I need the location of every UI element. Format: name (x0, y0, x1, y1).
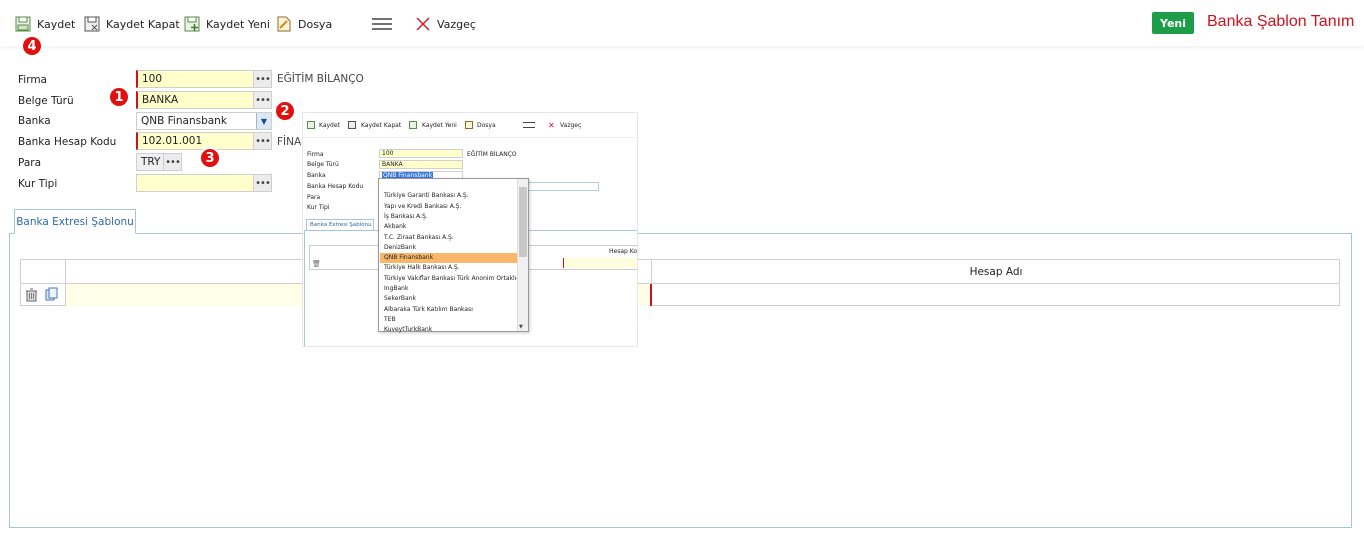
inset-cancel-label: Vazgeç (560, 122, 582, 129)
hesap-label: Banka Hesap Kodu (18, 136, 117, 148)
inset-close-icon: ✕ (548, 121, 555, 130)
cancel-button[interactable]: Vazgeç (414, 14, 476, 34)
page-title: Banka Şablon Tanım (1207, 13, 1355, 30)
dropdown-option[interactable]: KuveytTurkBank (380, 325, 517, 335)
banka-select[interactable]: QNB Finansbank ▼ (136, 112, 272, 130)
dropdown-option[interactable]: IngBank (380, 284, 517, 294)
dropdown-option[interactable]: Akbank (380, 222, 517, 232)
step-badge-2: 2 (274, 100, 296, 122)
save-button[interactable]: Kaydet (14, 14, 75, 34)
inset-grid-cell (563, 258, 637, 268)
save-icon (14, 15, 32, 33)
para-label: Para (18, 157, 42, 169)
step-badge-1: 1 (108, 86, 130, 108)
inset-label-hesap: Banka Hesap Kodu (307, 183, 364, 190)
grid-header-hesap-adi[interactable]: Hesap Adı (652, 260, 1340, 284)
para-field[interactable]: TRY ••• (136, 153, 182, 171)
inset-save-icon (307, 121, 315, 129)
para-lookup-button[interactable]: ••• (163, 154, 181, 170)
dropdown-option[interactable]: SekerBank (380, 294, 517, 304)
inset-trash-icon: 🗑 (312, 260, 321, 268)
inset-belge-field: BANKA (379, 160, 463, 169)
belge-label: Belge Türü (18, 95, 74, 107)
inset-label-belge: Belge Türü (307, 161, 339, 168)
hesap-value: 102.01.001 (142, 135, 203, 147)
hesap-lookup-button[interactable]: ••• (253, 133, 271, 149)
inset-firma-field: 100 (379, 149, 463, 158)
kur-lookup-button[interactable]: ••• (253, 175, 271, 191)
belge-field[interactable]: BANKA ••• (136, 91, 272, 109)
firma-name: EĞİTİM BİLANÇO (277, 73, 364, 85)
step-badge-3: 3 (199, 147, 221, 169)
save-close-label: Kaydet Kapat (106, 17, 180, 31)
inset-label-para: Para (307, 194, 321, 201)
cancel-label: Vazgeç (437, 17, 476, 31)
inset-save-close-icon (348, 121, 356, 129)
scroll-down-icon[interactable]: ▼ (519, 324, 523, 330)
file-label: Dosya (298, 17, 333, 31)
new-button[interactable]: Yeni (1152, 12, 1194, 34)
save-close-icon (83, 15, 101, 33)
tab-banka-extresi[interactable]: Banka Extresi Şablonu (14, 209, 136, 234)
save-close-button[interactable]: Kaydet Kapat (83, 14, 180, 34)
file-icon (275, 15, 293, 33)
scrollbar-thumb[interactable] (519, 187, 527, 257)
firma-lookup-button[interactable]: ••• (253, 71, 271, 87)
dropdown-option[interactable]: TEB (380, 315, 517, 325)
inset-save-close-label: Kaydet Kapat (361, 122, 402, 129)
hesap-name: FİNA (277, 136, 302, 148)
inset-save-new-icon (409, 121, 417, 129)
kur-field[interactable]: ••• (136, 174, 272, 192)
dropdown-option[interactable]: Türkiye Vakıflar Bankası Türk Anonim Ort… (380, 274, 517, 284)
save-label: Kaydet (37, 17, 76, 31)
menu-icon[interactable] (372, 17, 392, 31)
inset-grid-col: Hesap Ko (609, 248, 638, 255)
inset-label-banka: Banka (307, 172, 326, 179)
copy-icon[interactable] (45, 287, 58, 304)
banka-value: QNB Finansbank (141, 115, 227, 127)
file-button[interactable]: Dosya (275, 14, 332, 34)
bank-dropdown-list[interactable]: Türkiye Garanti Bankası A.Ş. Yapı ve Kred… (378, 178, 529, 335)
inset-menu-icon (523, 122, 535, 128)
kur-label: Kur Tipi (18, 178, 58, 190)
belge-value: BANKA (142, 94, 179, 106)
banka-label: Banka (18, 115, 51, 127)
inset-firma-name: EĞİTİM BİLANÇO (467, 151, 517, 158)
chevron-down-icon[interactable]: ▼ (256, 113, 271, 129)
dropdown-option[interactable]: Türkiye Halk Bankası A.Ş. (380, 263, 517, 273)
dropdown-option[interactable]: Türkiye Garanti Bankası A.Ş. (380, 191, 517, 201)
inset-file-icon (465, 121, 473, 129)
step-badge-4: 4 (21, 35, 43, 57)
dropdown-option[interactable]: QNB Finansbank (380, 253, 517, 264)
para-value: TRY (141, 156, 161, 168)
firma-value: 100 (142, 73, 163, 85)
inset-label-kur: Kur Tipi (307, 204, 330, 211)
inset-divider (303, 137, 637, 138)
inset-save-label: Kaydet (319, 122, 340, 129)
dropdown-option[interactable]: İş Bankası A.Ş. (380, 212, 517, 222)
grid-action-header (21, 260, 66, 284)
save-new-icon (183, 15, 201, 33)
trash-icon[interactable] (25, 288, 38, 305)
firma-field[interactable]: 100 ••• (136, 70, 272, 88)
inset-file-label: Dosya (477, 122, 496, 129)
dropdown-option[interactable]: Albaraka Türk Katılım Bankası (380, 305, 517, 315)
dropdown-option[interactable] (380, 181, 517, 191)
dropdown-option[interactable]: T.C. Ziraat Bankası A.Ş. (380, 233, 517, 243)
inset-label-firma: Firma (307, 151, 324, 158)
dropdown-option[interactable]: DenizBank (380, 243, 517, 253)
dropdown-scrollbar[interactable]: ▼ (517, 179, 528, 331)
belge-lookup-button[interactable]: ••• (253, 92, 271, 108)
close-icon (414, 15, 432, 33)
grid-cell-hesap-adi[interactable] (652, 284, 1340, 306)
table-row-actions (21, 284, 66, 306)
dropdown-option[interactable]: Yapı ve Kredi Bankası A.Ş. (380, 202, 517, 212)
save-new-label: Kaydet Yeni (206, 17, 270, 31)
inset-save-new-label: Kaydet Yeni (422, 122, 457, 129)
save-new-button[interactable]: Kaydet Yeni (183, 14, 270, 34)
template-grid: Açıklama Anahtarı Hesap Adı (20, 259, 1340, 306)
firma-label: Firma (18, 74, 47, 86)
